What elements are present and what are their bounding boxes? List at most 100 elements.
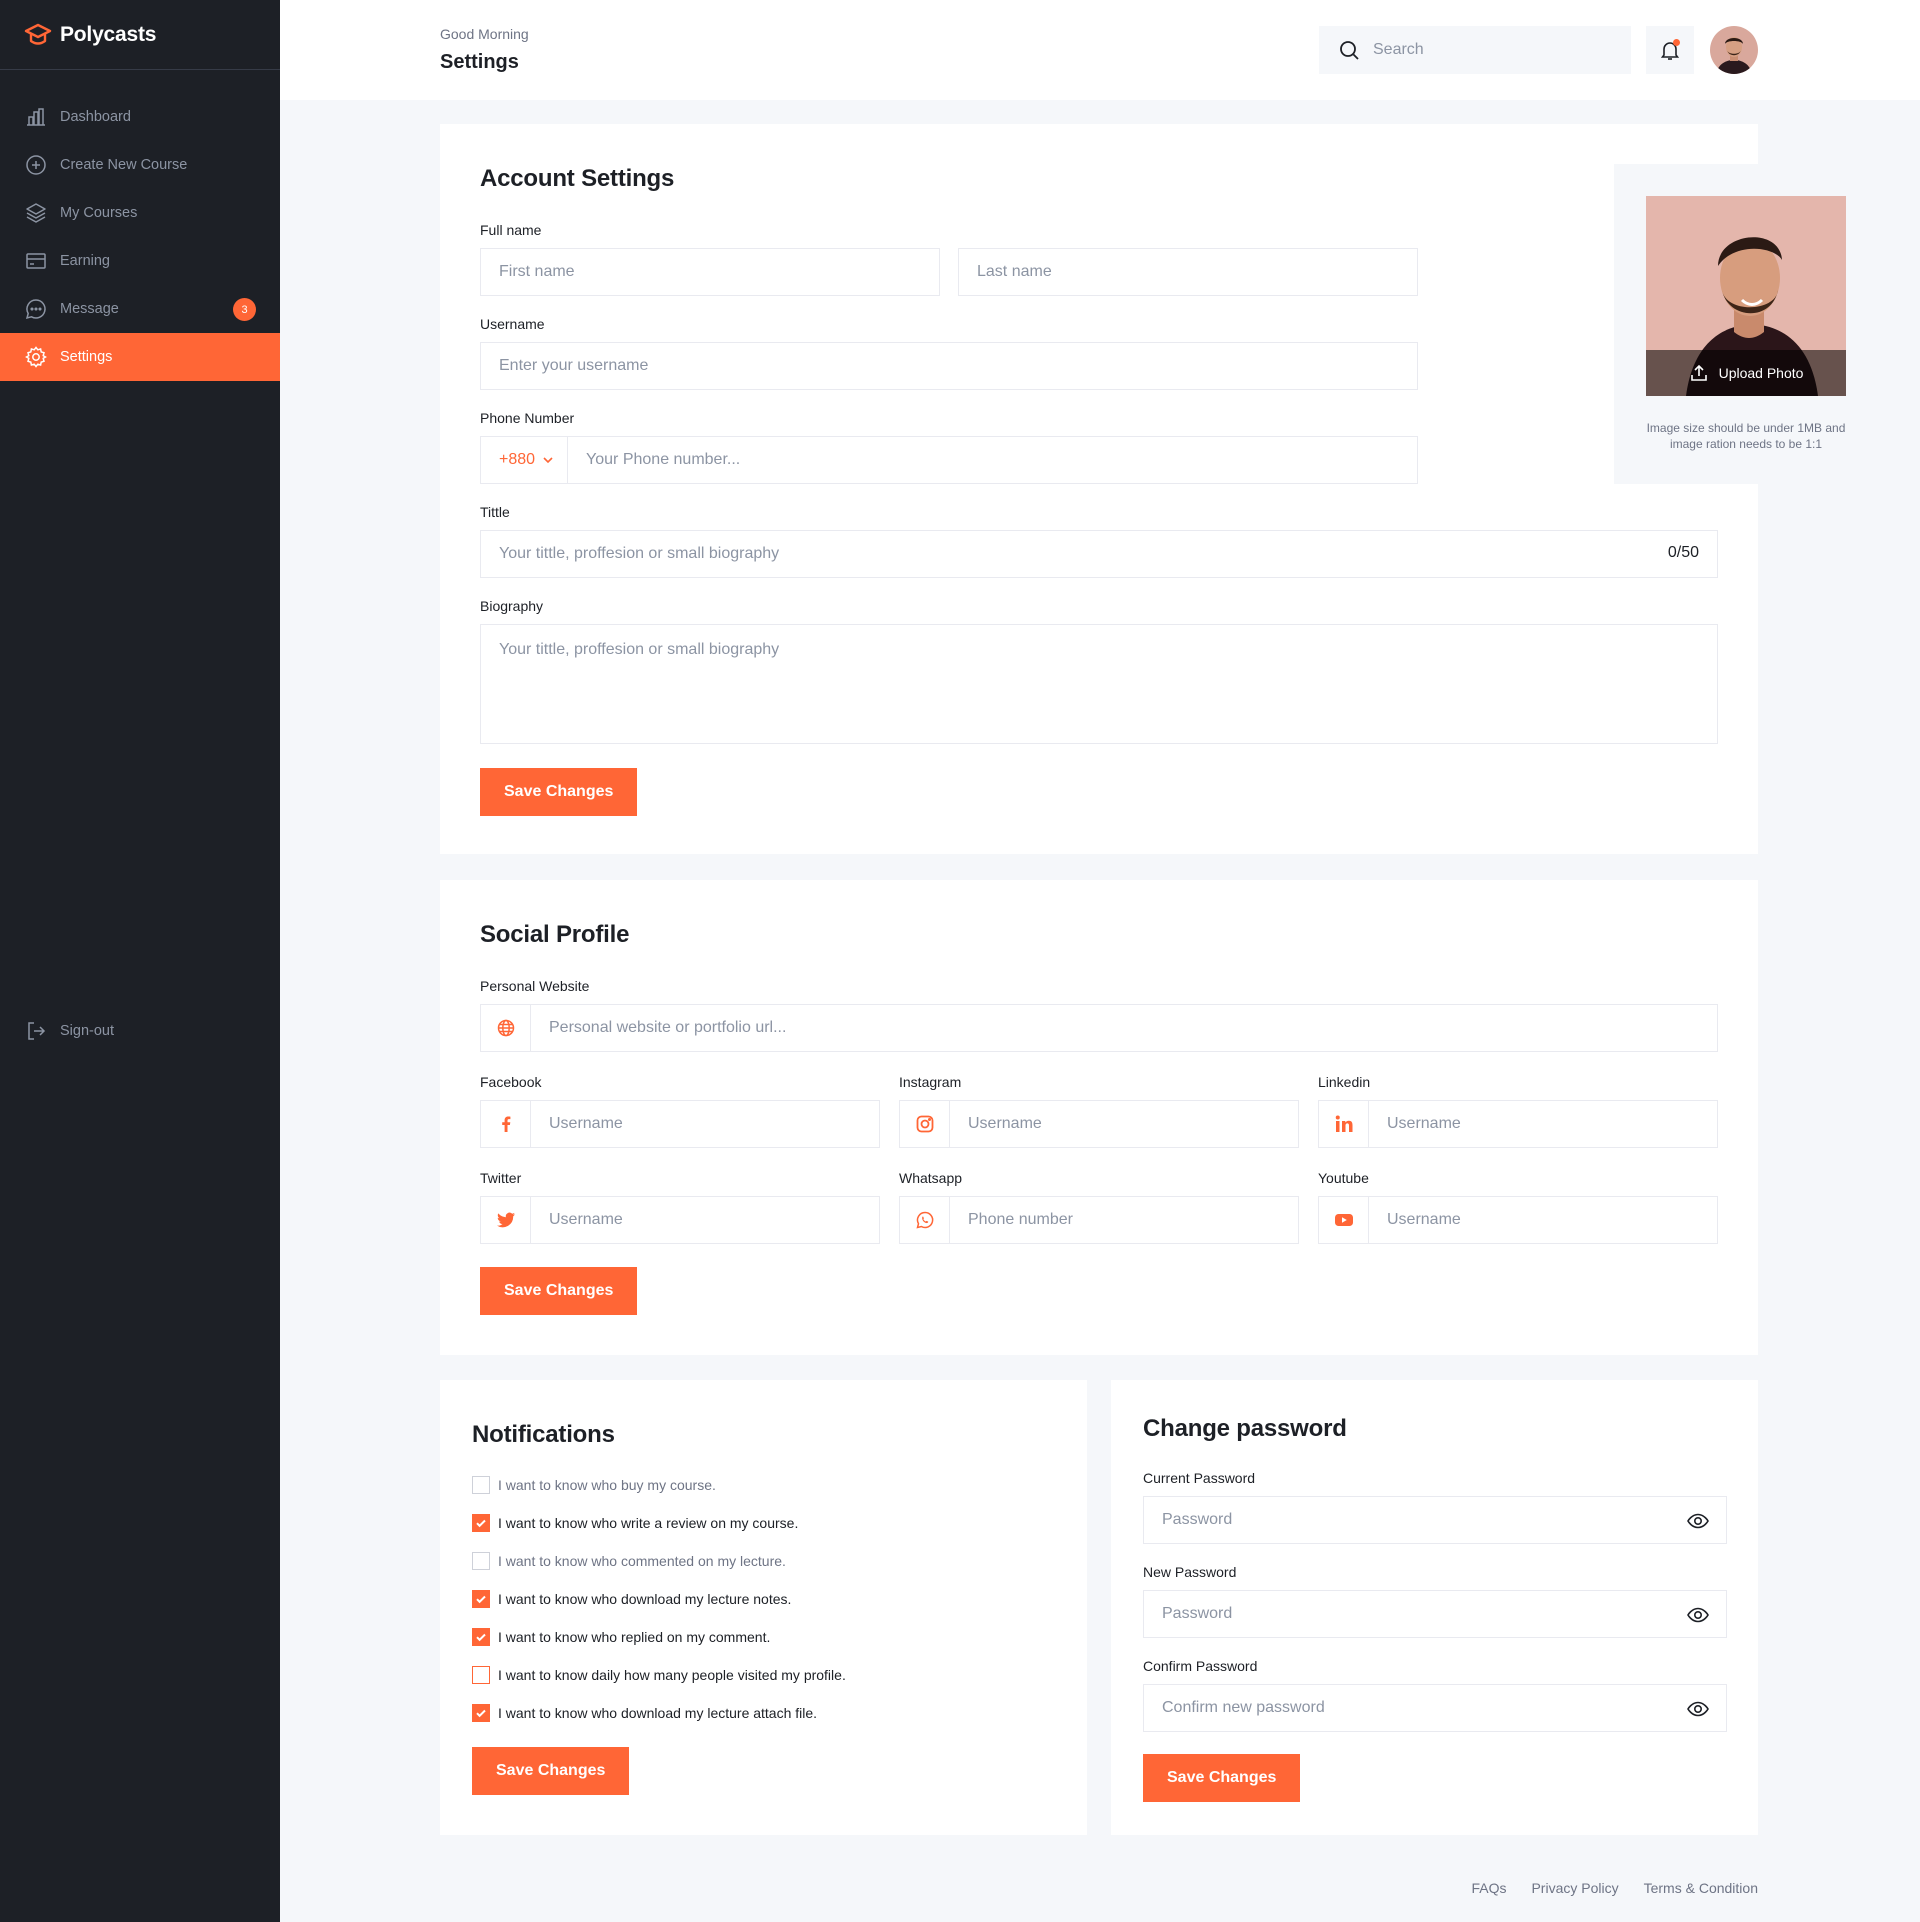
sidebar-item-message[interactable]: Message 3 — [0, 285, 280, 333]
facebook-prefix — [481, 1101, 531, 1147]
linkedin-label: Linkedin — [1318, 1074, 1371, 1090]
notification-option[interactable]: I want to know who download my lecture a… — [472, 1704, 817, 1722]
save-notifications-button[interactable]: Save Changes — [472, 1747, 630, 1795]
last-name-field[interactable] — [958, 248, 1418, 296]
upload-photo-label: Upload Photo — [1718, 365, 1804, 381]
sidebar-item-label: Message — [60, 301, 119, 317]
confirm-password-input[interactable] — [1144, 1685, 1726, 1731]
check-icon — [476, 1595, 486, 1604]
change-password-card: Change password Current Password New Pas… — [1111, 1380, 1758, 1835]
checkbox[interactable] — [472, 1476, 490, 1494]
eye-icon[interactable] — [1686, 1509, 1710, 1533]
current-password-input[interactable] — [1144, 1497, 1726, 1543]
country-code-select[interactable]: +880 — [481, 437, 569, 483]
linkedin-input[interactable] — [1369, 1101, 1717, 1147]
twitter-field[interactable] — [480, 1196, 880, 1244]
footer-link-privacy[interactable]: Privacy Policy — [1531, 1880, 1618, 1896]
checkbox[interactable] — [472, 1552, 490, 1570]
youtube-input[interactable] — [1369, 1197, 1717, 1243]
search-icon — [1340, 41, 1359, 60]
chart-bar-icon — [27, 108, 45, 126]
instagram-label: Instagram — [899, 1074, 962, 1090]
youtube-prefix — [1319, 1197, 1369, 1243]
checkbox[interactable] — [472, 1666, 490, 1684]
title-field[interactable]: 0/50 — [480, 530, 1718, 578]
avatar[interactable] — [1710, 26, 1758, 74]
notifications-title: Notifications — [472, 1421, 615, 1448]
twitter-input[interactable] — [531, 1197, 879, 1243]
notification-option[interactable]: I want to know who replied on my comment… — [472, 1628, 770, 1646]
checkbox-checked[interactable] — [472, 1704, 490, 1722]
first-name-field[interactable] — [480, 248, 940, 296]
instagram-field[interactable] — [899, 1100, 1299, 1148]
notification-button[interactable] — [1646, 26, 1694, 74]
notification-option-label: I want to know who replied on my comment… — [498, 1629, 771, 1645]
notification-option[interactable]: I want to know daily how many people vis… — [472, 1666, 846, 1684]
last-name-input[interactable] — [959, 249, 1417, 295]
phone-input[interactable] — [568, 437, 1417, 483]
sidebar-item-label: Create New Course — [60, 157, 188, 173]
confirm-password-field[interactable] — [1143, 1684, 1727, 1732]
phone-field[interactable]: +880 — [480, 436, 1418, 484]
username-label: Username — [480, 316, 545, 332]
change-password-title: Change password — [1143, 1415, 1347, 1442]
linkedin-field[interactable] — [1318, 1100, 1718, 1148]
brand-logo[interactable]: Polycasts — [0, 0, 280, 70]
checkbox-checked[interactable] — [472, 1590, 490, 1608]
notification-option[interactable]: I want to know who buy my course. — [472, 1476, 716, 1494]
biography-field[interactable] — [480, 624, 1718, 744]
sidebar-item-label: Dashboard — [60, 109, 131, 125]
biography-textarea[interactable] — [481, 625, 1717, 743]
save-password-button[interactable]: Save Changes — [1143, 1754, 1301, 1802]
greeting: Good Morning — [440, 26, 529, 42]
youtube-field[interactable] — [1318, 1196, 1718, 1244]
notification-option[interactable]: I want to know who download my lecture n… — [472, 1590, 791, 1608]
notification-dot — [1673, 39, 1680, 46]
footer-link-terms[interactable]: Terms & Condition — [1644, 1880, 1758, 1896]
whatsapp-field[interactable] — [899, 1196, 1299, 1244]
search-box[interactable] — [1319, 26, 1631, 74]
current-password-field[interactable] — [1143, 1496, 1727, 1544]
eye-icon[interactable] — [1686, 1697, 1710, 1721]
sidebar-nav: Dashboard Create New Course My Courses E… — [0, 93, 280, 381]
save-social-button[interactable]: Save Changes — [480, 1267, 638, 1315]
linkedin-icon — [1335, 1115, 1352, 1132]
stack-icon — [26, 203, 46, 223]
instagram-input[interactable] — [950, 1101, 1298, 1147]
photo-upload-panel: Upload Photo Image size should be under … — [1614, 164, 1878, 484]
new-password-input[interactable] — [1144, 1591, 1726, 1637]
sidebar-item-settings[interactable]: Settings — [0, 333, 280, 381]
save-account-button[interactable]: Save Changes — [480, 768, 638, 816]
eye-icon[interactable] — [1686, 1603, 1710, 1627]
upload-photo-button[interactable]: Upload Photo — [1646, 350, 1846, 396]
sidebar-item-label: Earning — [60, 253, 110, 269]
checkbox-checked[interactable] — [472, 1514, 490, 1532]
facebook-input[interactable] — [531, 1101, 879, 1147]
sidebar-item-dashboard[interactable]: Dashboard — [0, 93, 280, 141]
first-name-input[interactable] — [481, 249, 939, 295]
website-input[interactable] — [531, 1005, 1717, 1051]
title-input[interactable] — [481, 531, 1717, 577]
sidebar-item-create-course[interactable]: Create New Course — [0, 141, 280, 189]
graduation-cap-icon — [24, 23, 52, 45]
notification-option[interactable]: I want to know who write a review on my … — [472, 1514, 798, 1532]
sidebar-item-my-courses[interactable]: My Courses — [0, 189, 280, 237]
checkbox-checked[interactable] — [472, 1628, 490, 1646]
biography-label: Biography — [480, 598, 544, 614]
check-icon — [476, 1709, 486, 1718]
username-input[interactable] — [481, 343, 1417, 389]
facebook-field[interactable] — [480, 1100, 880, 1148]
notification-option[interactable]: I want to know who commented on my lectu… — [472, 1552, 786, 1570]
username-field[interactable] — [480, 342, 1418, 390]
upload-icon — [1690, 364, 1707, 381]
whatsapp-input[interactable] — [950, 1197, 1298, 1243]
signout-button[interactable]: Sign-out — [0, 1007, 280, 1055]
profile-photo[interactable]: Upload Photo — [1646, 196, 1846, 396]
new-password-field[interactable] — [1143, 1590, 1727, 1638]
website-field[interactable] — [480, 1004, 1718, 1052]
notifications-card: Notifications I want to know who buy my … — [440, 1380, 1087, 1835]
sidebar-item-earning[interactable]: Earning — [0, 237, 280, 285]
search-input[interactable] — [1373, 41, 1613, 59]
footer-link-faqs[interactable]: FAQs — [1471, 1880, 1506, 1896]
social-profile-card: Social Profile Personal Website Facebook… — [440, 880, 1758, 1355]
